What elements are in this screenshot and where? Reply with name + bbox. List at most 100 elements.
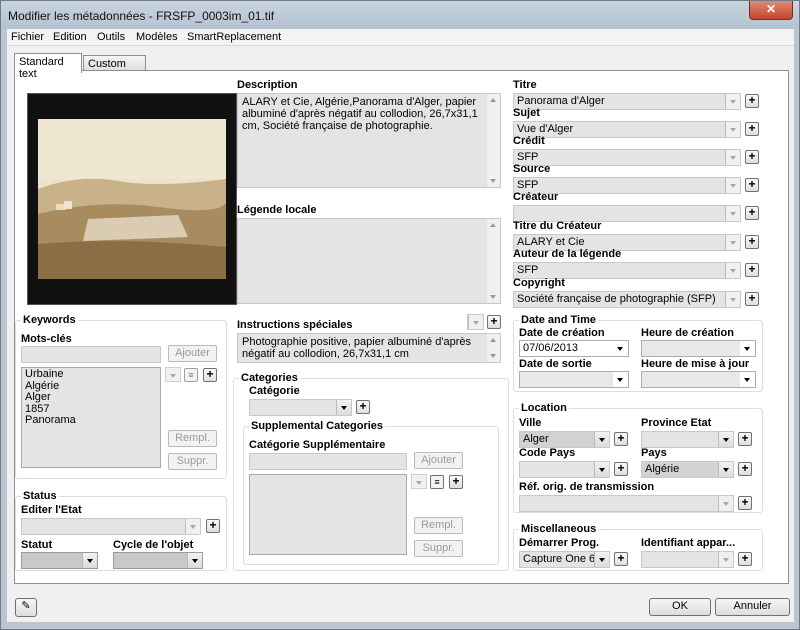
code-pays-dropdown[interactable] (519, 461, 610, 478)
menu-modeles[interactable]: Modèles (136, 31, 178, 43)
chevron-down-icon (468, 315, 483, 329)
supp-sort-dropdown[interactable] (411, 474, 427, 489)
list-item[interactable]: Alger (25, 391, 157, 404)
supp-replace-button[interactable]: Rempl. (414, 517, 463, 534)
cancel-button[interactable]: Annuler (715, 598, 790, 616)
chevron-down-icon (718, 552, 733, 567)
tab-standard-text[interactable]: Standard text (14, 53, 82, 80)
ville-add-button[interactable]: + (614, 432, 628, 446)
supp-plus-button[interactable]: + (449, 475, 463, 489)
cycle-objet-dropdown[interactable] (113, 552, 203, 569)
chevron-down-icon (725, 122, 740, 137)
date-sortie-picker[interactable] (519, 371, 629, 388)
province-label: Province Etat (641, 417, 712, 429)
province-add-button[interactable]: + (738, 432, 752, 446)
menu-bar: Fichier Edition Outils Modèles SmartRepl… (7, 29, 794, 46)
editer-etat-dropdown[interactable] (21, 518, 201, 535)
demarrer-prog-add-button[interactable]: + (614, 552, 628, 566)
keywords-add-button[interactable]: Ajouter (168, 345, 217, 362)
status-group-title: Status (21, 490, 59, 502)
list-item[interactable]: Urbaine (25, 368, 157, 381)
misc-group-title: Miscellaneous (519, 523, 599, 535)
chevron-down-icon (718, 496, 733, 511)
mots-cles-input[interactable] (21, 346, 161, 363)
statut-dropdown[interactable] (21, 552, 98, 569)
field-label: Crédit (513, 135, 545, 147)
date-creation-picker[interactable]: 07/06/2013 (519, 340, 629, 357)
keywords-plus-button[interactable]: + (203, 368, 217, 382)
ref-transmission-add-button[interactable]: + (738, 496, 752, 510)
chevron-down-icon (725, 235, 740, 250)
chevron-down-icon (187, 553, 202, 568)
field-add-button[interactable]: + (745, 292, 759, 306)
field-add-button[interactable]: + (745, 94, 759, 108)
field-dropdown[interactable]: Panorama d'Alger (513, 93, 741, 110)
supp-delete-button[interactable]: Suppr. (414, 540, 463, 557)
menu-smartreplacement[interactable]: SmartReplacement (187, 31, 281, 43)
keywords-sort-icon[interactable]: ≡ (184, 368, 198, 382)
menu-edition[interactable]: Edition (53, 31, 87, 43)
code-pays-add-button[interactable]: + (614, 462, 628, 476)
ref-transmission-dropdown[interactable] (519, 495, 734, 512)
chevron-down-icon (336, 400, 351, 415)
instructions-textarea[interactable]: Photographie positive, papier albuminé d… (237, 333, 501, 363)
field-label: Titre (513, 79, 537, 91)
ville-dropdown[interactable]: Alger (519, 431, 610, 448)
chevron-down-icon (613, 341, 628, 356)
description-textarea[interactable]: ALARY et Cie, Algérie,Panorama d'Alger, … (237, 93, 501, 188)
chevron-down-icon (718, 462, 733, 477)
legende-scrollbar[interactable] (487, 219, 500, 303)
ref-transmission-label: Réf. orig. de transmission (519, 481, 655, 493)
demarrer-prog-dropdown[interactable]: Capture One 6 M (519, 551, 610, 568)
field-dropdown[interactable]: Société française de photographie (SFP) (513, 291, 741, 308)
keywords-items: Urbaine Algérie Alger 1857 Panorama (25, 368, 157, 427)
editer-etat-add-button[interactable]: + (206, 519, 220, 533)
chevron-down-icon (718, 432, 733, 447)
supp-sort-icon[interactable]: ≡ (430, 475, 444, 489)
description-scrollbar[interactable] (487, 94, 500, 187)
province-dropdown[interactable] (641, 431, 734, 448)
list-item[interactable]: Panorama (25, 414, 157, 427)
keywords-list[interactable]: Urbaine Algérie Alger 1857 Panorama (21, 367, 161, 468)
categorie-add-button[interactable]: + (356, 400, 370, 414)
menu-fichier[interactable]: Fichier (11, 31, 44, 43)
legende-locale-label: Légende locale (237, 204, 317, 216)
chevron-down-icon (613, 372, 628, 387)
instructions-dropdown[interactable] (467, 314, 484, 330)
keywords-replace-button[interactable]: Rempl. (168, 430, 217, 447)
instructions-add-button[interactable]: + (487, 315, 501, 329)
identifiant-dropdown[interactable] (641, 551, 734, 568)
field-add-button[interactable]: + (745, 235, 759, 249)
chevron-down-icon (82, 553, 97, 568)
keywords-sort-dropdown[interactable] (165, 367, 181, 382)
photo-thumbnail (38, 119, 226, 279)
field-add-button[interactable]: + (745, 206, 759, 220)
menu-outils[interactable]: Outils (97, 31, 125, 43)
categorie-supp-input[interactable] (249, 453, 407, 470)
field-dropdown[interactable]: Vue d'Alger (513, 121, 741, 138)
pays-add-button[interactable]: + (738, 462, 752, 476)
heure-mise-picker[interactable] (641, 371, 756, 388)
pays-dropdown[interactable]: Algérie (641, 461, 734, 478)
ville-label: Ville (519, 417, 542, 429)
supp-categories-list[interactable] (249, 474, 407, 555)
heure-creation-picker[interactable] (641, 340, 756, 357)
categorie-label: Catégorie (249, 385, 300, 397)
field-add-button[interactable]: + (745, 150, 759, 164)
field-label: Titre du Créateur (513, 220, 602, 232)
field-add-button[interactable]: + (745, 263, 759, 277)
categorie-dropdown[interactable] (249, 399, 352, 416)
close-icon[interactable]: ✕ (749, 1, 793, 20)
identifiant-add-button[interactable]: + (738, 552, 752, 566)
location-group-title: Location (519, 402, 569, 414)
supp-add-button[interactable]: Ajouter (414, 452, 463, 469)
field-add-button[interactable]: + (745, 178, 759, 192)
legende-locale-textarea[interactable] (237, 218, 501, 304)
instructions-scrollbar[interactable] (487, 334, 500, 362)
field-add-button[interactable]: + (745, 122, 759, 136)
ok-button[interactable]: OK (649, 598, 711, 616)
keywords-delete-button[interactable]: Suppr. (168, 453, 217, 470)
edit-template-icon[interactable]: ✎ (15, 598, 37, 617)
dialog-footer: ✎ OK Annuler (7, 591, 794, 622)
field-value: Société française de photographie (SFP) (517, 293, 716, 305)
